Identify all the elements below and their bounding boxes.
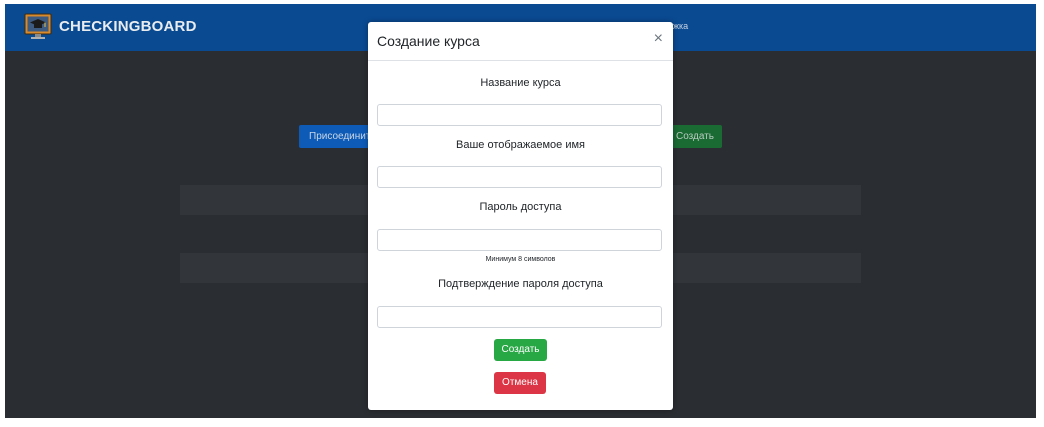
create-button[interactable]: Создать <box>494 339 547 361</box>
cancel-button[interactable]: Отмена <box>494 372 546 394</box>
create-course-button[interactable]: Создать <box>668 125 722 148</box>
display-name-input[interactable] <box>377 166 662 188</box>
graduation-cap-monitor-icon <box>23 11 53 41</box>
app-frame: CHECKINGBOARD жка Присоединит Создать Со… <box>5 4 1036 418</box>
password-input[interactable] <box>377 229 662 251</box>
join-course-button[interactable]: Присоединит <box>299 125 371 148</box>
nav-link-partial[interactable]: жка <box>673 21 688 31</box>
password-hint: Минимум 8 символов <box>485 256 556 263</box>
create-course-modal: Создание курса × Название курса Ваше ото… <box>368 22 673 410</box>
course-name-label: Название курса <box>480 77 561 89</box>
brand-name: CHECKINGBOARD <box>59 17 197 35</box>
password-label: Пароль доступа <box>479 201 562 213</box>
password-confirm-input[interactable] <box>377 306 662 328</box>
password-confirm-label: Подтверждение пароля доступа <box>438 278 603 290</box>
modal-title: Создание курса <box>377 33 480 49</box>
modal-header: Создание курса × <box>368 22 673 61</box>
brand[interactable]: CHECKINGBOARD <box>23 11 197 41</box>
close-icon[interactable]: × <box>654 30 663 48</box>
course-name-input[interactable] <box>377 104 662 126</box>
display-name-label: Ваше отображаемое имя <box>455 139 585 151</box>
